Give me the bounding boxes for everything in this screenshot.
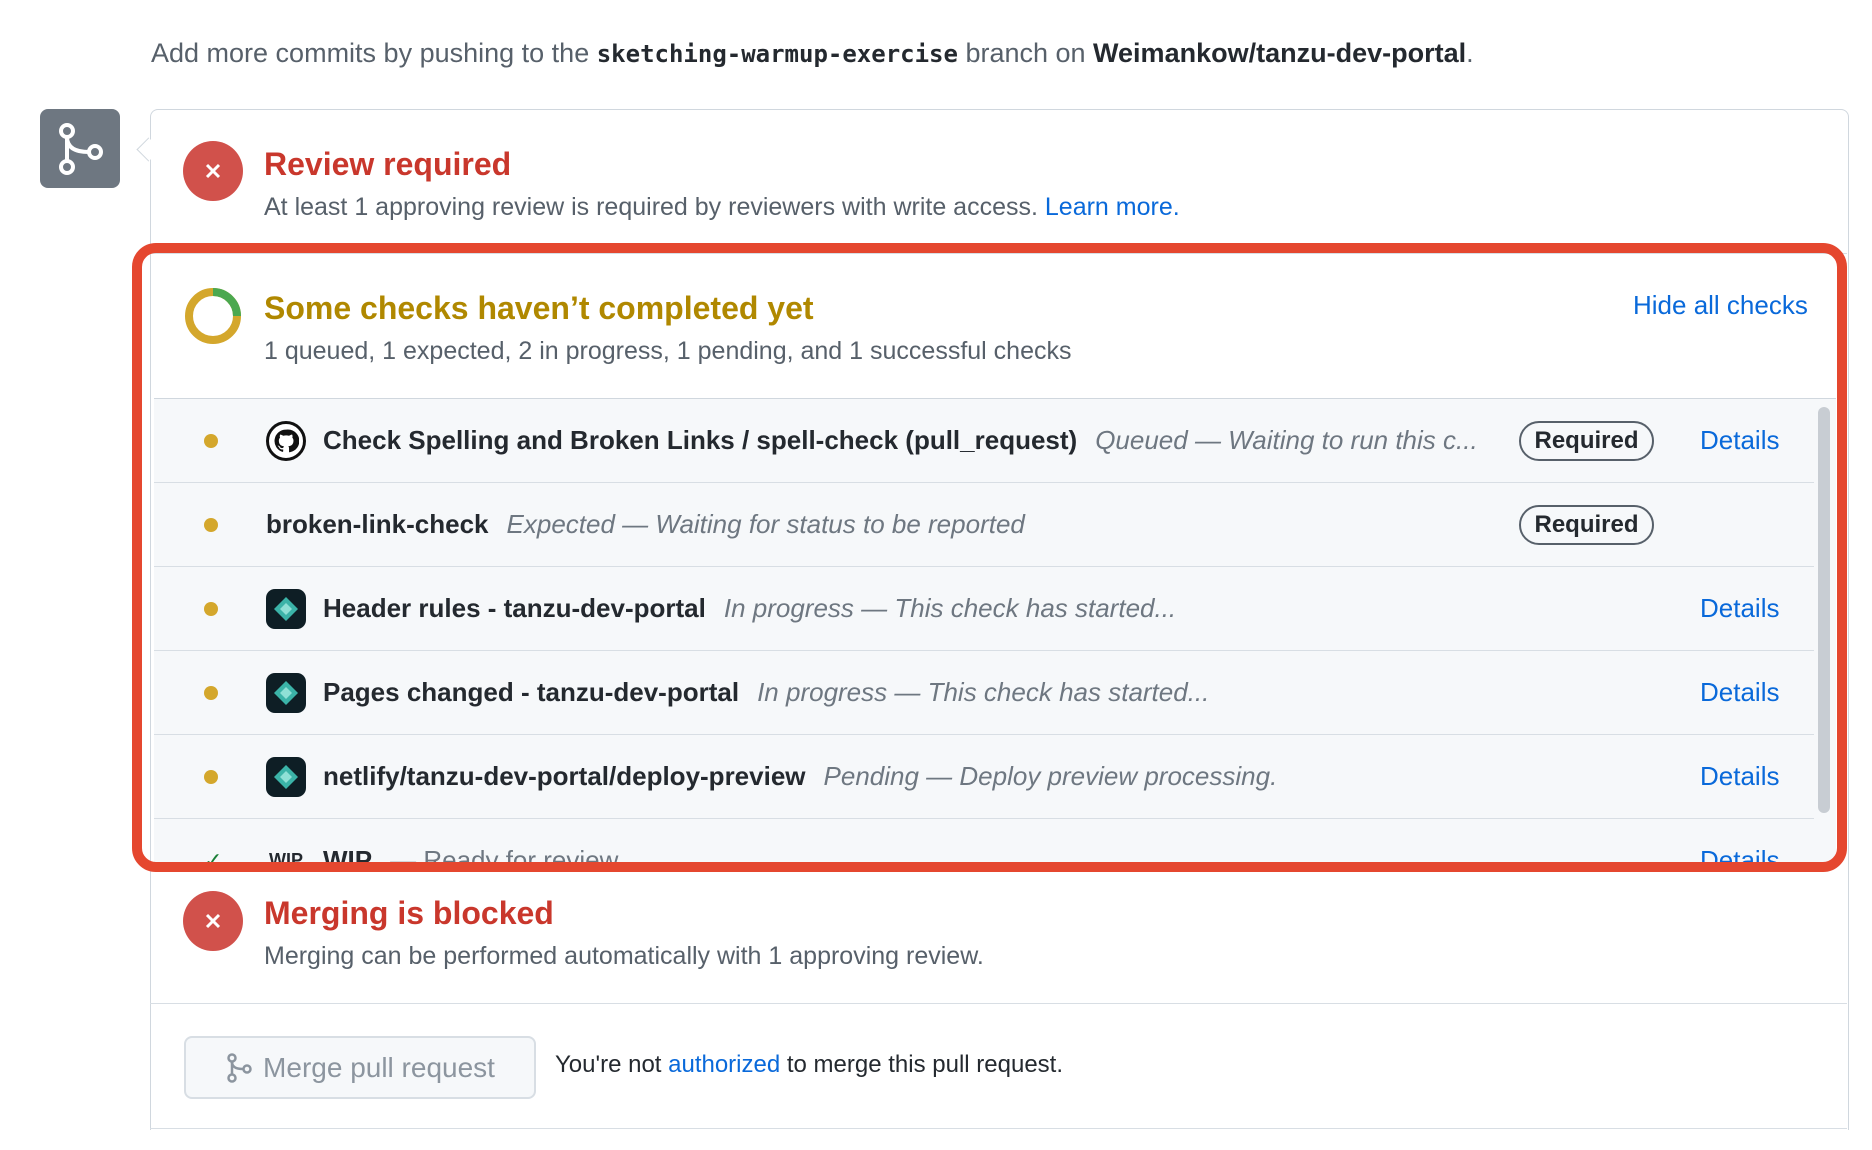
pending-status-dot [204, 601, 218, 616]
check-details-link[interactable]: Details [1700, 425, 1779, 456]
check-name: netlify/tanzu-dev-portal/deploy-preview [323, 761, 806, 791]
check-name: WIP [323, 845, 373, 862]
git-merge-icon [40, 109, 120, 188]
check-description: Pending — Deploy preview processing. [823, 761, 1278, 791]
check-row: Check Spelling and Broken Links / spell-… [154, 399, 1814, 483]
git-merge-icon [227, 1052, 252, 1083]
push-commits-hint: Add more commits by pushing to the sketc… [151, 38, 1474, 68]
checks-title: Some checks haven’t completed yet [264, 290, 814, 326]
required-badge: Required [1519, 504, 1654, 545]
repo-name: Weimankow/tanzu-dev-portal [1093, 38, 1467, 68]
required-badge: Required [1519, 420, 1654, 461]
check-description: Expected — Waiting for status to be repo… [506, 509, 1025, 539]
check-row: netlify/tanzu-dev-portal/deploy-preview P… [154, 735, 1814, 819]
learn-more-link[interactable]: Learn more. [1045, 193, 1180, 221]
checks-list[interactable]: Check Spelling and Broken Links / spell-… [154, 398, 1836, 862]
check-name: Check Spelling and Broken Links / spell-… [323, 425, 1078, 455]
review-required-description: At least 1 approving review is required … [264, 193, 1180, 221]
check-details-link[interactable]: Details [1700, 761, 1779, 792]
check-success-icon: ✓ [204, 847, 223, 863]
merge-permission-note: You're not authorized to merge this pull… [555, 1051, 1064, 1078]
review-required-title: Review required [264, 146, 512, 182]
check-name: broken-link-check [266, 509, 489, 539]
check-description: — Ready for review [390, 845, 619, 862]
check-details-link[interactable]: Details [1700, 845, 1779, 862]
check-name: Header rules - tanzu-dev-portal [323, 593, 706, 623]
branch-name: sketching-warmup-exercise [596, 40, 958, 68]
checks-summary: 1 queued, 1 expected, 2 in progress, 1 p… [264, 337, 1072, 365]
netlify-icon [266, 756, 306, 797]
merge-pull-request-button[interactable]: Merge pull request [184, 1036, 536, 1099]
github-icon [266, 420, 306, 461]
wip-icon: WIP [269, 850, 303, 862]
pending-status-dot [204, 769, 218, 784]
divider [150, 253, 1847, 254]
check-details-link[interactable]: Details [1700, 593, 1779, 624]
divider [150, 1003, 1847, 1004]
pending-status-dot [204, 685, 218, 700]
check-row: Pages changed - tanzu-dev-portal In progr… [154, 651, 1814, 735]
checks-scrollbar[interactable] [1818, 407, 1830, 813]
check-row: Header rules - tanzu-dev-portal In progre… [154, 567, 1814, 651]
merge-blocked-title: Merging is blocked [264, 895, 554, 931]
check-row: ✓ WIP WIP — Ready for review Details [154, 819, 1814, 862]
check-description: Queued — Waiting to run this c... [1095, 425, 1478, 455]
hide-all-checks-link[interactable]: Hide all checks [1633, 290, 1808, 321]
divider [150, 1128, 1847, 1129]
pending-status-dot [204, 433, 218, 448]
checks-pending-icon [183, 286, 243, 346]
merge-blocked-icon [183, 891, 243, 951]
merge-button-label: Merge pull request [263, 1051, 495, 1083]
pending-status-dot [204, 517, 218, 532]
check-row: broken-link-check Expected — Waiting for … [154, 483, 1814, 567]
authorized-link[interactable]: authorized [668, 1051, 780, 1078]
netlify-icon [266, 672, 306, 713]
check-details-link[interactable]: Details [1700, 677, 1779, 708]
netlify-icon [266, 588, 306, 629]
merge-blocked-description: Merging can be performed automatically w… [264, 942, 984, 970]
check-description: In progress — This check has started... [757, 677, 1210, 707]
check-name: Pages changed - tanzu-dev-portal [323, 677, 740, 707]
check-description: In progress — This check has started... [723, 593, 1177, 623]
review-failed-icon [183, 141, 243, 201]
